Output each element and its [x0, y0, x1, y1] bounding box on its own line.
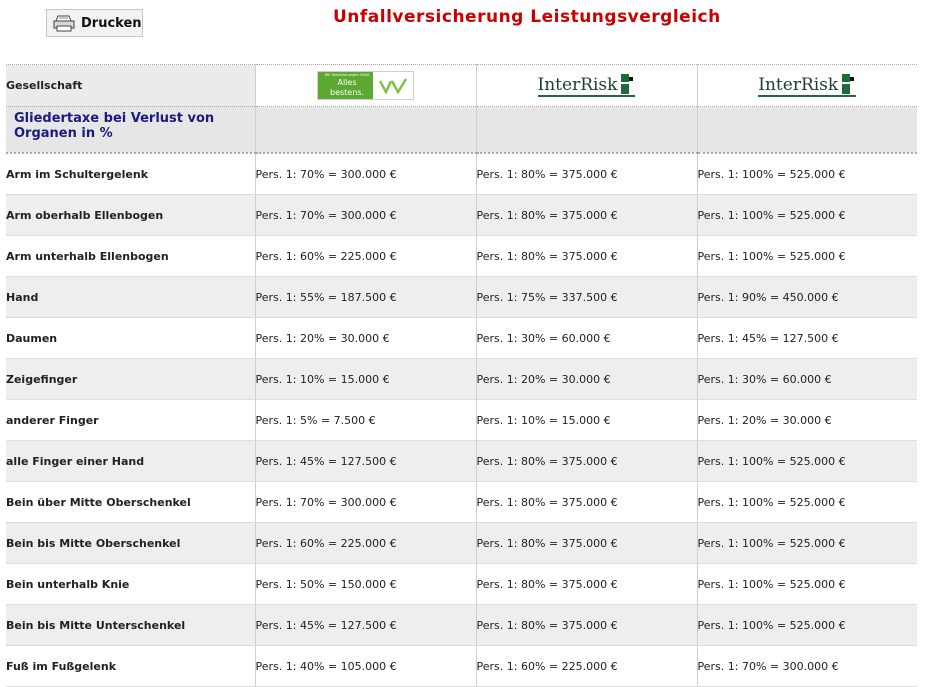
row-label: Zeigefinger: [6, 358, 255, 400]
row-label: alle Finger einer Hand: [6, 440, 255, 482]
company-logo-cell: Wir Versicherungen VVaG Alles bestens.: [254, 64, 476, 107]
benefit-value-cell: Pers. 1: 60% = 225.000 €: [254, 522, 476, 564]
benefit-value-cell: Pers. 1: 100% = 525.000 €: [696, 604, 917, 646]
benefit-value-cell: Pers. 1: 80% = 375.000 €: [475, 194, 697, 236]
interrisk-logo: InterRisk: [758, 74, 857, 97]
table-row: Daumen Pers. 1: 20% = 30.000 € Pers. 1: 30…: [6, 317, 917, 359]
benefit-value-cell: Pers. 1: 80% = 375.000 €: [475, 153, 697, 195]
table-row: Fuß im Fußgelenk Pers. 1: 40% = 105.000 €…: [6, 645, 917, 687]
benefit-value-cell: Pers. 1: 100% = 525.000 €: [696, 563, 917, 605]
company-logo-cell: InterRisk: [696, 64, 917, 107]
row-label: Bein bis Mitte Unterschenkel: [6, 604, 255, 646]
company-header-row: Gesellschaft Wir Versicherungen VVaG All…: [6, 64, 917, 107]
benefit-value-cell: Pers. 1: 100% = 525.000 €: [696, 235, 917, 277]
benefit-value-cell: Pers. 1: 70% = 300.000 €: [254, 153, 476, 195]
row-label: Hand: [6, 276, 255, 318]
benefit-value-cell: Pers. 1: 80% = 375.000 €: [475, 440, 697, 482]
section-spacer: [475, 106, 697, 154]
benefit-value-cell: Pers. 1: 30% = 60.000 €: [696, 358, 917, 400]
benefit-value-cell: Pers. 1: 5% = 7.500 €: [254, 399, 476, 441]
section-title: Gliedertaxe bei Verlust von Organen in %: [6, 106, 255, 154]
vv-mark-icon: [378, 77, 408, 94]
row-label: Fuß im Fußgelenk: [6, 645, 255, 687]
benefit-value-cell: Pers. 1: 50% = 150.000 €: [254, 563, 476, 605]
benefit-value-cell: Pers. 1: 70% = 300.000 €: [254, 481, 476, 523]
benefit-value-cell: Pers. 1: 80% = 375.000 €: [475, 481, 697, 523]
benefit-value-cell: Pers. 1: 100% = 525.000 €: [696, 481, 917, 523]
benefit-value-cell: Pers. 1: 100% = 525.000 €: [696, 153, 917, 195]
benefit-value-cell: Pers. 1: 10% = 15.000 €: [254, 358, 476, 400]
printer-icon: [53, 14, 75, 32]
section-header-row: Gliedertaxe bei Verlust von Organen in %: [6, 106, 917, 154]
benefit-value-cell: Pers. 1: 45% = 127.500 €: [254, 604, 476, 646]
print-button[interactable]: Drucken: [46, 9, 143, 37]
benefit-value-cell: Pers. 1: 70% = 300.000 €: [254, 194, 476, 236]
table-row: alle Finger einer Hand Pers. 1: 45% = 127…: [6, 440, 917, 482]
benefit-value-cell: Pers. 1: 100% = 525.000 €: [696, 522, 917, 564]
benefit-value-cell: Pers. 1: 60% = 225.000 €: [254, 235, 476, 277]
vv-logo-text: Alles bestens.: [329, 78, 364, 97]
table-row: Arm oberhalb Ellenbogen Pers. 1: 70% = 30…: [6, 194, 917, 236]
table-row: Arm im Schultergelenk Pers. 1: 70% = 300.…: [6, 153, 917, 195]
benefit-value-cell: Pers. 1: 70% = 300.000 €: [696, 645, 917, 687]
table-row: Hand Pers. 1: 55% = 187.500 € Pers. 1: 75%…: [6, 276, 917, 318]
page-title: Unfallversicherung Leistungsvergleich: [333, 7, 721, 27]
table-row: Bein über Mitte Oberschenkel Pers. 1: 70%…: [6, 481, 917, 523]
benefit-value-cell: Pers. 1: 20% = 30.000 €: [696, 399, 917, 441]
section-spacer: [254, 106, 476, 154]
benefit-value-cell: Pers. 1: 60% = 225.000 €: [475, 645, 697, 687]
row-label: Bein über Mitte Oberschenkel: [6, 481, 255, 523]
table-row: Arm unterhalb Ellenbogen Pers. 1: 60% = 2…: [6, 235, 917, 277]
benefit-value-cell: Pers. 1: 100% = 525.000 €: [696, 194, 917, 236]
company-logo-cell: InterRisk: [475, 64, 697, 107]
benefit-value-cell: Pers. 1: 80% = 375.000 €: [475, 522, 697, 564]
row-label: Arm unterhalb Ellenbogen: [6, 235, 255, 277]
row-label: Arm im Schultergelenk: [6, 153, 255, 195]
interrisk-mark-icon: [842, 74, 856, 94]
print-button-label: Drucken: [81, 15, 142, 31]
row-label: Bein bis Mitte Oberschenkel: [6, 522, 255, 564]
benefit-value-cell: Pers. 1: 40% = 105.000 €: [254, 645, 476, 687]
section-spacer: [696, 106, 917, 154]
table-row: Bein bis Mitte Unterschenkel Pers. 1: 45%…: [6, 604, 917, 646]
benefit-value-cell: Pers. 1: 45% = 127.500 €: [254, 440, 476, 482]
table-row: Bein bis Mitte Oberschenkel Pers. 1: 60% …: [6, 522, 917, 564]
interrisk-logo-text: InterRisk: [537, 75, 618, 95]
row-label: Arm oberhalb Ellenbogen: [6, 194, 255, 236]
benefit-value-cell: Pers. 1: 90% = 450.000 €: [696, 276, 917, 318]
interrisk-mark-icon: [621, 74, 635, 94]
row-label: anderer Finger: [6, 399, 255, 441]
benefit-value-cell: Pers. 1: 20% = 30.000 €: [475, 358, 697, 400]
comparison-table: Gesellschaft Wir Versicherungen VVaG All…: [6, 64, 917, 687]
table-row: Bein unterhalb Knie Pers. 1: 50% = 150.00…: [6, 563, 917, 605]
company-header-label: Gesellschaft: [6, 64, 255, 107]
row-label: Daumen: [6, 317, 255, 359]
benefit-value-cell: Pers. 1: 80% = 375.000 €: [475, 235, 697, 277]
row-label: Bein unterhalb Knie: [6, 563, 255, 605]
benefit-value-cell: Pers. 1: 75% = 337.500 €: [475, 276, 697, 318]
benefit-value-cell: Pers. 1: 80% = 375.000 €: [475, 563, 697, 605]
benefit-value-cell: Pers. 1: 55% = 187.500 €: [254, 276, 476, 318]
table-row: anderer Finger Pers. 1: 5% = 7.500 € Pers.…: [6, 399, 917, 441]
interrisk-logo: InterRisk: [537, 74, 636, 97]
benefit-value-cell: Pers. 1: 45% = 127.500 €: [696, 317, 917, 359]
benefit-value-cell: Pers. 1: 10% = 15.000 €: [475, 399, 697, 441]
interrisk-logo-text: InterRisk: [758, 75, 839, 95]
benefit-value-cell: Pers. 1: 20% = 30.000 €: [254, 317, 476, 359]
benefit-value-cell: Pers. 1: 100% = 525.000 €: [696, 440, 917, 482]
table-row: Zeigefinger Pers. 1: 10% = 15.000 € Pers. …: [6, 358, 917, 400]
vv-logo: Wir Versicherungen VVaG Alles bestens.: [317, 71, 414, 100]
benefit-value-cell: Pers. 1: 80% = 375.000 €: [475, 604, 697, 646]
benefit-value-cell: Pers. 1: 30% = 60.000 €: [475, 317, 697, 359]
